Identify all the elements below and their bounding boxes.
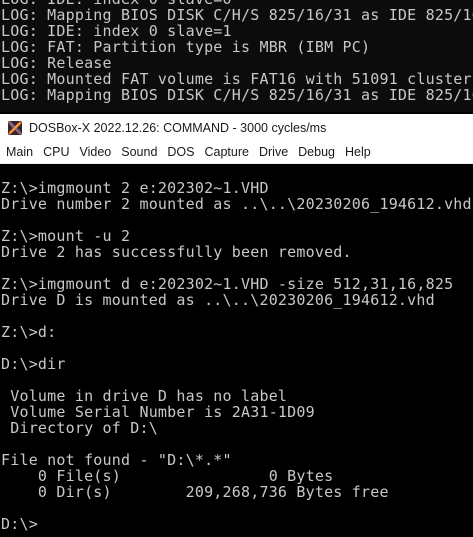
log-line: LOG: IDE: index 0 slave=1	[1, 22, 232, 40]
menu-main[interactable]: Main	[0, 141, 38, 163]
log-line: LOG: Mounted FAT volume is FAT16 with 51…	[1, 70, 473, 88]
terminal-line: D:\>	[1, 515, 38, 533]
dosbox-x-icon	[8, 120, 22, 135]
terminal-line: Volume in drive D has no label	[1, 387, 288, 405]
terminal-line: Z:\>d:	[1, 323, 57, 341]
log-line: LOG: Release	[1, 54, 112, 72]
title-bar[interactable]: DOSBox-X 2022.12.26: COMMAND - 3000 cycl…	[0, 114, 473, 141]
screenshot: LOG: IDE: index 0 slave=0LOG: Mapping BI…	[0, 0, 473, 537]
menu-help[interactable]: Help	[340, 141, 376, 163]
window-title: DOSBox-X 2022.12.26: COMMAND - 3000 cycl…	[29, 120, 327, 135]
menu-bar: Main CPU Video Sound DOS Capture Drive Debug Hel…	[0, 141, 473, 164]
dos-terminal[interactable]: Z:\>imgmount 2 e:202302~1.VHD Drive numbe…	[0, 164, 473, 537]
terminal-line: Z:\>imgmount 2 e:202302~1.VHD	[1, 179, 269, 197]
menu-debug[interactable]: Debug	[293, 141, 340, 163]
log-line: LOG: FAT: Partition type is MBR (IBM PC)	[1, 38, 371, 56]
terminal-line: Z:\>mount -u 2	[1, 227, 131, 245]
terminal-line: 0 Dir(s) 209,268,736 Bytes free	[1, 483, 389, 501]
terminal-line: Z:\>imgmount d e:202302~1.VHD -size 512,…	[1, 275, 454, 293]
log-line: LOG: Mapping BIOS DISK C/H/S 825/16/31 a…	[1, 86, 473, 104]
log-console: LOG: IDE: index 0 slave=0LOG: Mapping BI…	[0, 0, 473, 112]
terminal-line: Drive number 2 mounted as ..\..\20230206…	[1, 195, 472, 213]
menu-drive[interactable]: Drive	[254, 141, 293, 163]
dosbox-window: DOSBox-X 2022.12.26: COMMAND - 3000 cycl…	[0, 114, 473, 537]
menu-capture[interactable]: Capture	[200, 141, 254, 163]
log-line: LOG: Mapping BIOS DISK C/H/S 825/16/31 a…	[1, 6, 473, 24]
menu-video[interactable]: Video	[75, 141, 117, 163]
menu-sound[interactable]: Sound	[116, 141, 162, 163]
menu-cpu[interactable]: CPU	[38, 141, 74, 163]
terminal-line: D:\>dir	[1, 355, 66, 373]
terminal-line: File not found - "D:\*.*"	[1, 451, 232, 469]
terminal-line: Volume Serial Number is 2A31-1D09	[1, 403, 315, 421]
terminal-line: Directory of D:\	[1, 419, 158, 437]
terminal-line: Drive 2 has successfully been removed.	[1, 243, 352, 261]
menu-dos[interactable]: DOS	[162, 141, 199, 163]
terminal-line: Drive D is mounted as ..\..\20230206_194…	[1, 291, 435, 309]
terminal-line: 0 File(s) 0 Bytes	[1, 467, 334, 485]
